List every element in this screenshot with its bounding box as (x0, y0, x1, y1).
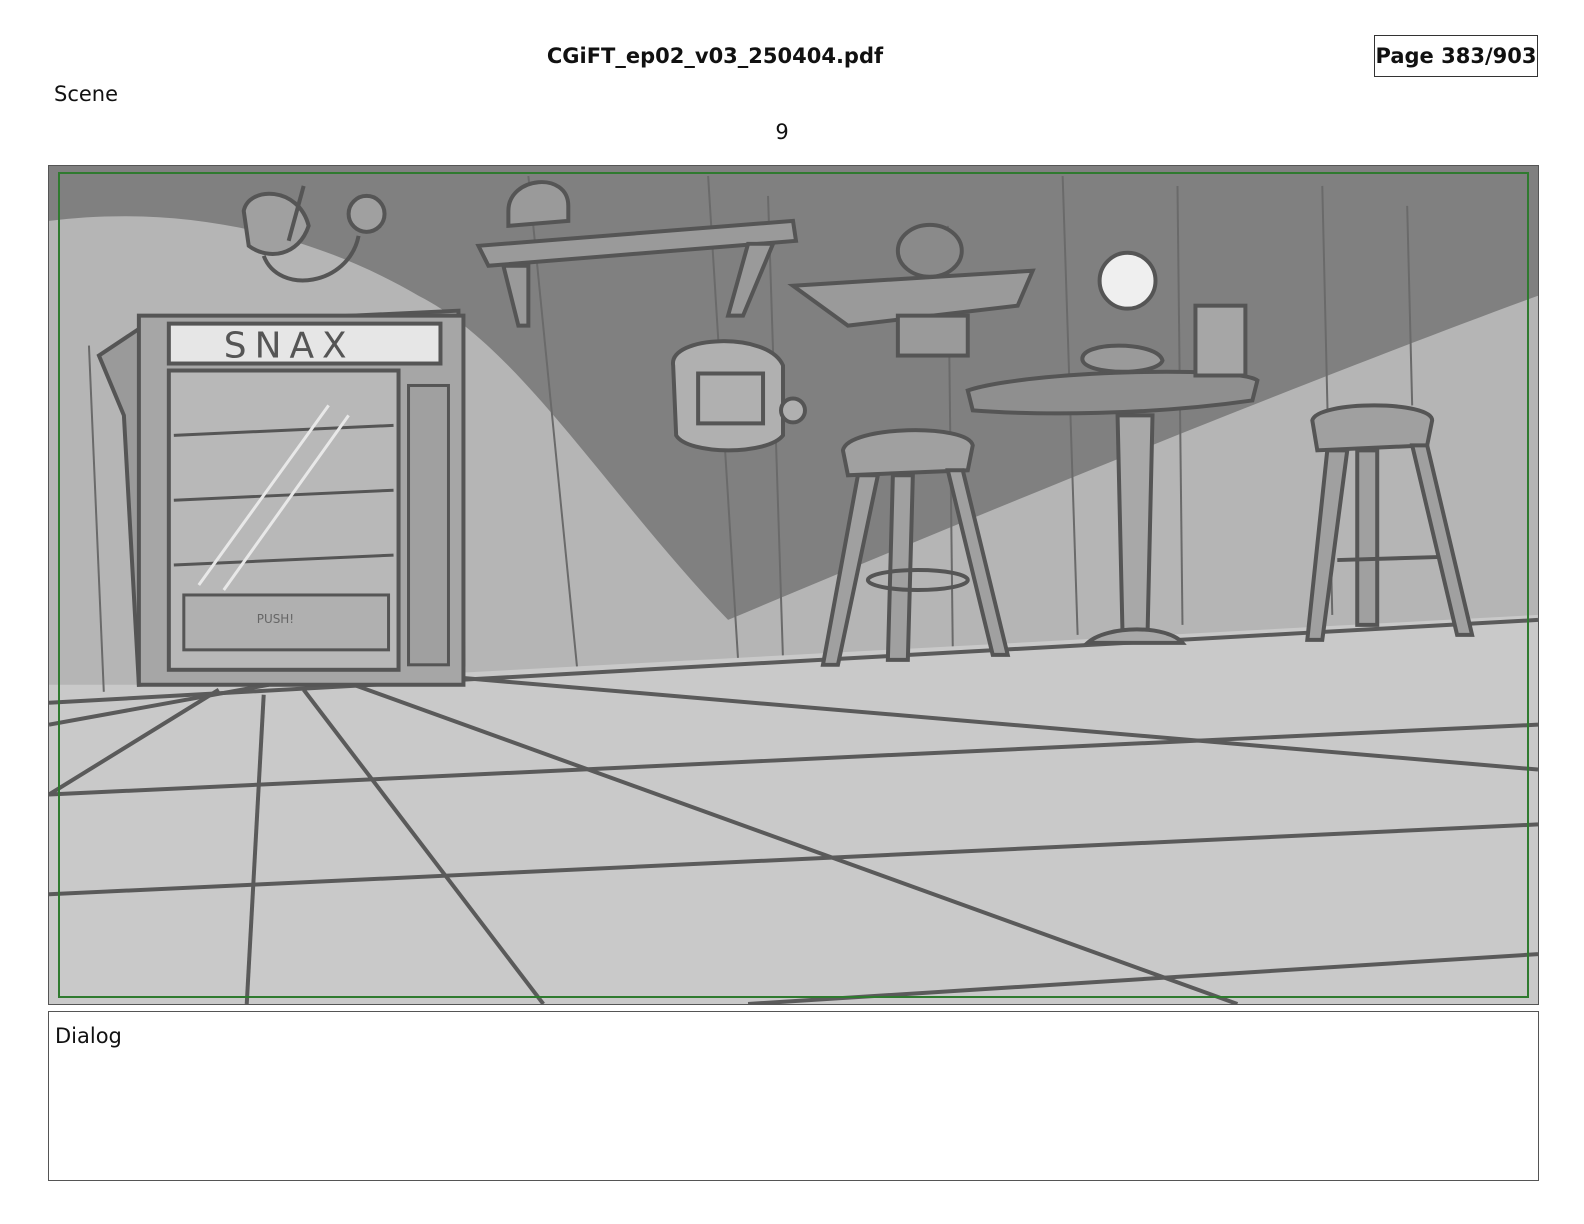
safe-area-border (58, 172, 1529, 998)
dialog-box: Dialog (48, 1011, 1539, 1181)
file-title: CGiFT_ep02_v03_250404.pdf (546, 44, 884, 68)
panel-number: 9 (775, 120, 789, 144)
storyboard-frame: SNAX PUSH! (48, 165, 1539, 1005)
dialog-label: Dialog (55, 1024, 122, 1048)
scene-label: Scene (54, 82, 119, 106)
page-indicator: Page 383/903 (1374, 35, 1538, 77)
